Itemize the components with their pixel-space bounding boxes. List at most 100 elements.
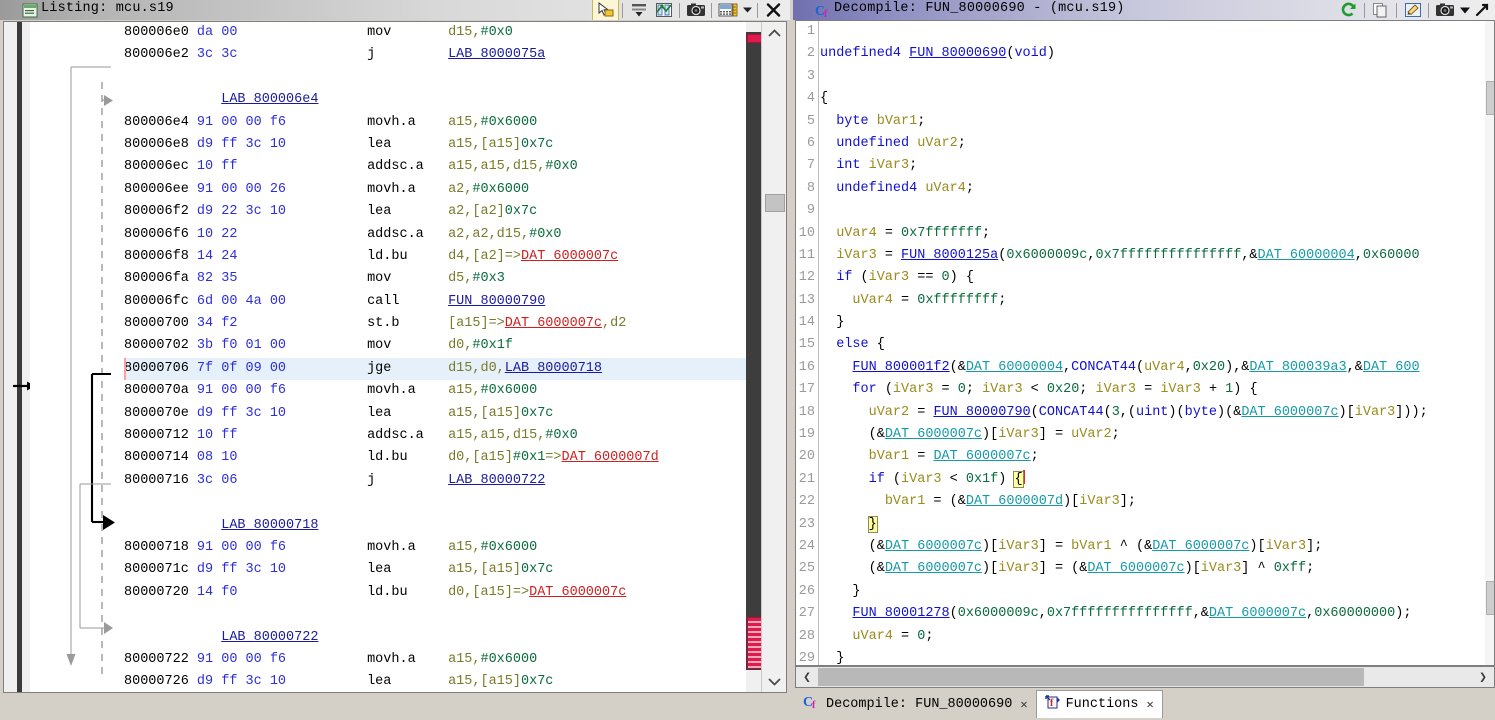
diff-navigate-icon[interactable]	[626, 0, 651, 20]
decompiler-code-line[interactable]: byte bVar1;	[820, 111, 1484, 133]
listing-instruction-row[interactable]: 80000702 3b f0 01 00 mov d0,#0x1f	[124, 335, 746, 357]
listing-instruction-row[interactable]: 800006e0 da 00 mov d15,#0x0	[124, 22, 746, 44]
global-data-reference[interactable]: DAT_6000007c	[885, 427, 982, 442]
variable-token[interactable]: iVar3	[1096, 382, 1137, 397]
variable-token[interactable]: iVar3	[1355, 405, 1396, 420]
variable-token[interactable]: uVar4	[925, 181, 966, 196]
listing-instruction-row[interactable]: 80000706 7f 0f 09 00 jge d15,d0,LAB_8000…	[124, 357, 746, 381]
decompiler-code-line[interactable]: bVar1 = DAT_6000007c;	[820, 446, 1484, 468]
listing-label-row[interactable]: LAB_800006e4	[124, 89, 746, 111]
global-data-reference[interactable]: DAT_6000007d	[966, 494, 1063, 509]
listing-label-row[interactable]: LAB_80000718	[124, 515, 746, 537]
variable-token[interactable]: iVar3	[836, 248, 877, 263]
variable-token[interactable]: iVar3	[1201, 561, 1242, 576]
scroll-thumb[interactable]	[765, 194, 785, 212]
bookmark-marker-group[interactable]	[747, 617, 762, 669]
variable-token[interactable]: iVar3	[982, 382, 1023, 397]
variable-token[interactable]: uVar4	[836, 226, 877, 241]
variable-token[interactable]: iVar3	[893, 382, 934, 397]
decompiler-code-line[interactable]: }	[820, 648, 1484, 665]
decompiler-code-line[interactable]: (&DAT_6000007c)[iVar3] = (&DAT_6000007c)…	[820, 558, 1484, 580]
variable-token[interactable]: iVar3	[1266, 539, 1307, 554]
variable-token[interactable]: bVar1	[877, 114, 918, 129]
refresh-icon[interactable]	[1336, 0, 1361, 20]
listing-instruction-row[interactable]: 800006e2 3c 3c j LAB_8000075a	[124, 44, 746, 66]
dropdown-arrow-icon[interactable]	[1457, 0, 1473, 20]
variable-token[interactable]: uVar2	[917, 136, 958, 151]
variable-token[interactable]: iVar3	[998, 539, 1039, 554]
bookmark-marker[interactable]	[747, 34, 762, 43]
decompiler-code-line[interactable]: FUN_80001278(0x6000009c,0x7fffffffffffff…	[820, 603, 1484, 625]
variable-token[interactable]: iVar3	[1160, 382, 1201, 397]
scroll-thumb-horizontal[interactable]	[818, 668, 1364, 686]
listing-blank-row[interactable]	[124, 604, 746, 626]
data-reference[interactable]: DAT_6000007d	[562, 450, 659, 465]
listing-instruction-row[interactable]: 80000716 3c 06 j LAB_80000722	[124, 470, 746, 492]
data-reference[interactable]: DAT_6000007c	[505, 316, 602, 331]
decompiler-horizontal-scrollbar[interactable]: ❮ ❯	[795, 666, 1495, 688]
listing-instruction-row[interactable]: 80000714 08 10 ld.bu d0,[a15]#0x1=>DAT_6…	[124, 447, 746, 469]
variable-token[interactable]: iVar3	[1079, 494, 1120, 509]
global-data-reference[interactable]: DAT_800039a3	[1249, 360, 1346, 375]
tab-close-icon[interactable]: ✕	[1020, 697, 1027, 712]
decompiler-code-line[interactable]: else {	[820, 334, 1484, 356]
variable-token[interactable]: uVar4	[852, 293, 893, 308]
scroll-left-arrow-icon[interactable]: ❮	[796, 670, 818, 685]
variable-token[interactable]: iVar3	[869, 158, 910, 173]
variable-token[interactable]: bVar1	[885, 494, 926, 509]
listing-instruction-row[interactable]: 80000726 d9 ff 3c 10 lea a15,[a15]0x7c	[124, 671, 746, 692]
function-reference[interactable]: FUN_80000790	[448, 294, 545, 309]
listing-instruction-row[interactable]: 800006e8 d9 ff 3c 10 lea a15,[a15]0x7c	[124, 134, 746, 156]
listing-content[interactable]: 800006e0 da 00 mov d15,#0x0 800006e2 3c 3…	[3, 21, 787, 693]
decompiler-code-line[interactable]: FUN_800001f2(&DAT_60000004,CONCAT44(uVar…	[820, 357, 1484, 379]
edit-field-icon[interactable]	[651, 0, 676, 20]
cursor-select-icon[interactable]	[592, 0, 619, 20]
function-reference[interactable]: FUN_8000125a	[901, 248, 998, 263]
decompiler-code-line[interactable]: uVar4 = 0x7fffffff;	[820, 223, 1484, 245]
variable-token[interactable]: iVar3	[901, 472, 942, 487]
listing-instruction-row[interactable]: 800006f8 14 24 ld.bu d4,[a2]=>DAT_600000…	[124, 246, 746, 268]
scroll-track[interactable]	[762, 44, 786, 670]
global-data-reference[interactable]: DAT_60000004	[966, 360, 1063, 375]
listing-instruction-row[interactable]: 80000700 34 f2 st.b [a15]=>DAT_6000007c,…	[124, 313, 746, 335]
decompiler-code-line[interactable]: bVar1 = (&DAT_6000007d)[iVar3];	[820, 491, 1484, 513]
close-icon[interactable]	[1473, 0, 1491, 20]
scroll-thumb-lower[interactable]	[1486, 581, 1494, 615]
decompiler-code-line[interactable]: {	[820, 88, 1484, 110]
global-data-reference[interactable]: DAT_6000007c	[1087, 561, 1184, 576]
decompiler-content[interactable]: 1 2 3 4 5 6 7 8 9 10 11 12 13 14 15 16 17 18 19 20 21 22 23 24 2…	[795, 20, 1495, 666]
copy-icon[interactable]	[1368, 0, 1393, 20]
function-reference[interactable]: FUN_80000790	[933, 405, 1030, 420]
decompiler-code-line[interactable]: }	[820, 581, 1484, 603]
variable-token[interactable]: uVar4	[1144, 360, 1185, 375]
listing-instruction-row[interactable]: 800006e4 91 00 00 f6 movh.a a15,#0x6000	[124, 112, 746, 134]
decompiler-code-line[interactable]: }	[820, 312, 1484, 334]
decompiler-code-area[interactable]: undefined4 FUN_80000690(void) { byte bVa…	[820, 21, 1484, 665]
decompiler-code-line[interactable]: undefined4 uVar4;	[820, 178, 1484, 200]
tab-decompile[interactable]: C f Decompile: FUN_80000690 ✕	[795, 690, 1036, 718]
decompiler-code-line[interactable]: uVar2 = FUN_80000790(CONCAT44(3,(uint)(b…	[820, 402, 1484, 424]
listing-label[interactable]: LAB_80000718	[221, 518, 318, 533]
listing-instruction-row[interactable]: 80000718 91 00 00 f6 movh.a a15,#0x6000	[124, 537, 746, 559]
function-reference[interactable]: FUN_80001278	[852, 606, 949, 621]
tab-functions[interactable]: f Functions ✕	[1035, 690, 1163, 718]
label-reference[interactable]: LAB_8000075a	[448, 47, 545, 62]
decompiler-code-line[interactable]: (&DAT_6000007c)[iVar3] = uVar2;	[820, 424, 1484, 446]
decompiler-code-line[interactable]: for (iVar3 = 0; iVar3 < 0x20; iVar3 = iV…	[820, 379, 1484, 401]
listing-instruction-row[interactable]: 800006ee 91 00 00 26 movh.a a2,#0x6000	[124, 179, 746, 201]
scroll-right-arrow-icon[interactable]: ❯	[1472, 670, 1494, 685]
scroll-up-arrow-icon[interactable]	[762, 22, 786, 44]
label-reference[interactable]: LAB_80000718	[505, 361, 602, 376]
global-data-reference[interactable]: DAT_6000007c	[885, 539, 982, 554]
function-reference[interactable]: FUN_80000690	[909, 46, 1006, 61]
listing-instruction-row[interactable]: 800006f2 d9 22 3c 10 lea a2,[a2]0x7c	[124, 201, 746, 223]
close-icon[interactable]	[761, 0, 786, 20]
listing-code-area[interactable]: 800006e0 da 00 mov d15,#0x0 800006e2 3c 3…	[124, 22, 746, 692]
variable-token[interactable]: uVar2	[1071, 427, 1112, 442]
variable-token[interactable]: iVar3	[998, 561, 1039, 576]
global-data-reference[interactable]: DAT_6000007c	[1209, 606, 1306, 621]
data-reference[interactable]: DAT_6000007c	[521, 249, 618, 264]
snapshot-icon[interactable]	[683, 0, 708, 20]
edit-icon[interactable]	[1400, 0, 1425, 20]
variable-token[interactable]: uVar2	[869, 405, 910, 420]
